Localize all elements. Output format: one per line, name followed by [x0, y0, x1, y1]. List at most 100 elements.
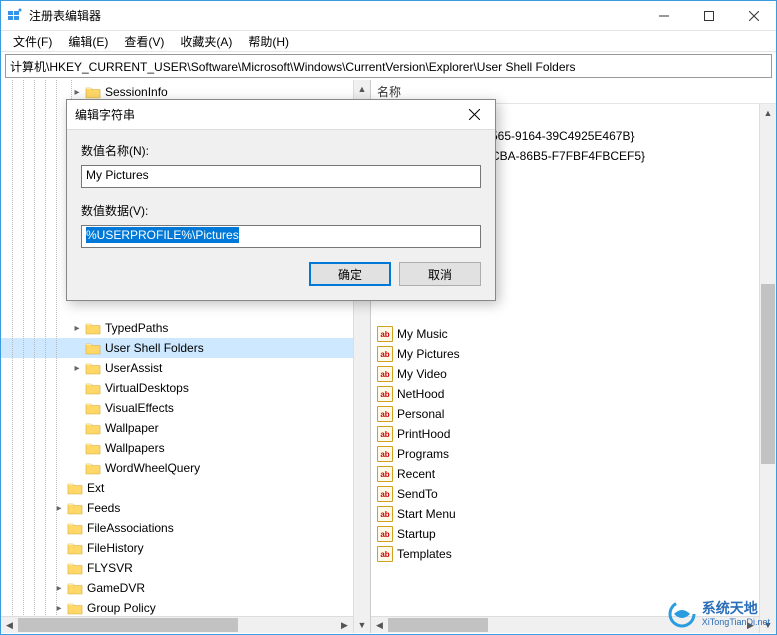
tree-item-label: Feeds — [87, 501, 120, 515]
value-name: Startup — [397, 527, 436, 541]
dialog-titlebar[interactable]: 编辑字符串 — [67, 100, 495, 130]
value-name: Personal — [397, 407, 444, 421]
minimize-button[interactable] — [641, 1, 686, 31]
value-name: Start Menu — [397, 507, 456, 521]
scroll-up-icon[interactable]: ▲ — [760, 104, 776, 121]
value-name: PrintHood — [397, 427, 450, 441]
list-item[interactable]: abPrograms — [371, 444, 776, 464]
scroll-thumb[interactable] — [761, 284, 775, 464]
chevron-right-icon[interactable]: ▸ — [53, 582, 65, 594]
ok-button[interactable]: 确定 — [309, 262, 391, 286]
tree-item-label: UserAssist — [105, 361, 162, 375]
expander-empty — [53, 542, 65, 554]
value-name-field[interactable]: My Pictures — [81, 165, 481, 188]
string-value-icon: ab — [377, 446, 393, 462]
value-name: NetHood — [397, 387, 444, 401]
menu-favorites[interactable]: 收藏夹(A) — [172, 31, 240, 52]
expander-empty — [53, 562, 65, 574]
string-value-icon: ab — [377, 526, 393, 542]
expander-empty — [71, 402, 83, 414]
scroll-thumb-h[interactable] — [388, 618, 488, 632]
folder-icon — [67, 521, 83, 535]
folder-icon — [67, 561, 83, 575]
close-button[interactable] — [731, 1, 776, 31]
string-value-icon: ab — [377, 466, 393, 482]
string-value-icon: ab — [377, 406, 393, 422]
menu-file[interactable]: 文件(F) — [5, 31, 60, 52]
watermark-logo-icon — [668, 600, 696, 628]
tree-item-label: TypedPaths — [105, 321, 168, 335]
dialog-close-button[interactable] — [453, 100, 495, 130]
chevron-right-icon[interactable]: ▸ — [53, 502, 65, 514]
list-item[interactable]: abSendTo — [371, 484, 776, 504]
folder-icon — [85, 85, 101, 99]
tree-item-label: FileHistory — [87, 541, 144, 555]
tree-item-label: Wallpapers — [105, 441, 165, 455]
list-item[interactable]: ab PrintHood — [371, 424, 776, 444]
folder-icon — [85, 401, 101, 415]
value-name: Templates — [397, 547, 452, 561]
tree-scrollbar-h[interactable]: ◀ ▶ — [1, 616, 353, 633]
scroll-left-icon[interactable]: ◀ — [371, 617, 388, 633]
list-item[interactable]: ab Personal — [371, 404, 776, 424]
watermark: 系统天地 XiTongTianDi.net — [668, 600, 770, 628]
folder-icon — [85, 421, 101, 435]
watermark-url: XiTongTianDi.net — [702, 617, 770, 628]
menubar: 文件(F) 编辑(E) 查看(V) 收藏夹(A) 帮助(H) — [1, 31, 776, 52]
scroll-left-icon[interactable]: ◀ — [1, 617, 18, 633]
expander-empty — [71, 462, 83, 474]
string-value-icon: ab — [377, 346, 393, 362]
value-data-field[interactable]: %USERPROFILE%\Pictures — [81, 225, 481, 248]
list-item[interactable]: abStart Menu — [371, 504, 776, 524]
scroll-thumb-h[interactable] — [18, 618, 238, 632]
chevron-right-icon[interactable]: ▸ — [71, 322, 83, 334]
list-scrollbar-v[interactable]: ▲ ▼ — [759, 104, 776, 633]
chevron-right-icon[interactable]: ▸ — [53, 602, 65, 614]
titlebar: 注册表编辑器 — [1, 1, 776, 31]
address-text: 计算机\HKEY_CURRENT_USER\Software\Microsoft… — [10, 58, 576, 75]
string-value-icon: ab — [377, 546, 393, 562]
string-value-icon: ab — [377, 386, 393, 402]
folder-icon — [85, 381, 101, 395]
scroll-down-icon[interactable]: ▼ — [354, 616, 370, 633]
value-name: Recent — [397, 467, 435, 481]
app-icon — [7, 8, 23, 24]
address-bar[interactable]: 计算机\HKEY_CURRENT_USER\Software\Microsoft… — [5, 54, 772, 78]
list-item[interactable]: ab NetHood — [371, 384, 776, 404]
expander-empty — [53, 522, 65, 534]
folder-icon — [67, 481, 83, 495]
string-value-icon: ab — [377, 426, 393, 442]
menu-edit[interactable]: 编辑(E) — [60, 31, 116, 52]
close-icon — [469, 107, 480, 123]
folder-icon — [85, 441, 101, 455]
scroll-up-icon[interactable]: ▲ — [354, 80, 370, 97]
string-value-icon: ab — [377, 366, 393, 382]
list-item[interactable]: abMy Music — [371, 324, 776, 344]
folder-icon — [85, 361, 101, 375]
folder-icon — [67, 581, 83, 595]
menu-help[interactable]: 帮助(H) — [240, 31, 297, 52]
list-item[interactable]: ab Recent — [371, 464, 776, 484]
value-name: My Video — [397, 367, 447, 381]
value-data-label: 数值数据(V): — [81, 202, 481, 219]
tree-item-label: Group Policy — [87, 601, 156, 615]
watermark-name: 系统天地 — [702, 600, 770, 617]
value-name-label: 数值名称(N): — [81, 142, 481, 159]
menu-view[interactable]: 查看(V) — [116, 31, 172, 52]
list-item[interactable]: abMy Pictures — [371, 344, 776, 364]
value-name: 565-9164-39C4925E467B} — [491, 129, 634, 143]
folder-icon — [85, 321, 101, 335]
scroll-right-icon[interactable]: ▶ — [336, 617, 353, 633]
chevron-right-icon[interactable]: ▸ — [71, 86, 83, 98]
chevron-right-icon[interactable]: ▸ — [71, 362, 83, 374]
tree-item-label: Wallpaper — [105, 421, 159, 435]
tree-item-label: SessionInfo — [105, 85, 168, 99]
tree-item-label: Ext — [87, 481, 104, 495]
cancel-button[interactable]: 取消 — [399, 262, 481, 286]
list-item[interactable]: ab Templates — [371, 544, 776, 564]
maximize-button[interactable] — [686, 1, 731, 31]
list-item[interactable]: ab My Video — [371, 364, 776, 384]
expander-empty — [71, 342, 83, 354]
window-title: 注册表编辑器 — [29, 7, 641, 24]
list-item[interactable]: ab Startup — [371, 524, 776, 544]
